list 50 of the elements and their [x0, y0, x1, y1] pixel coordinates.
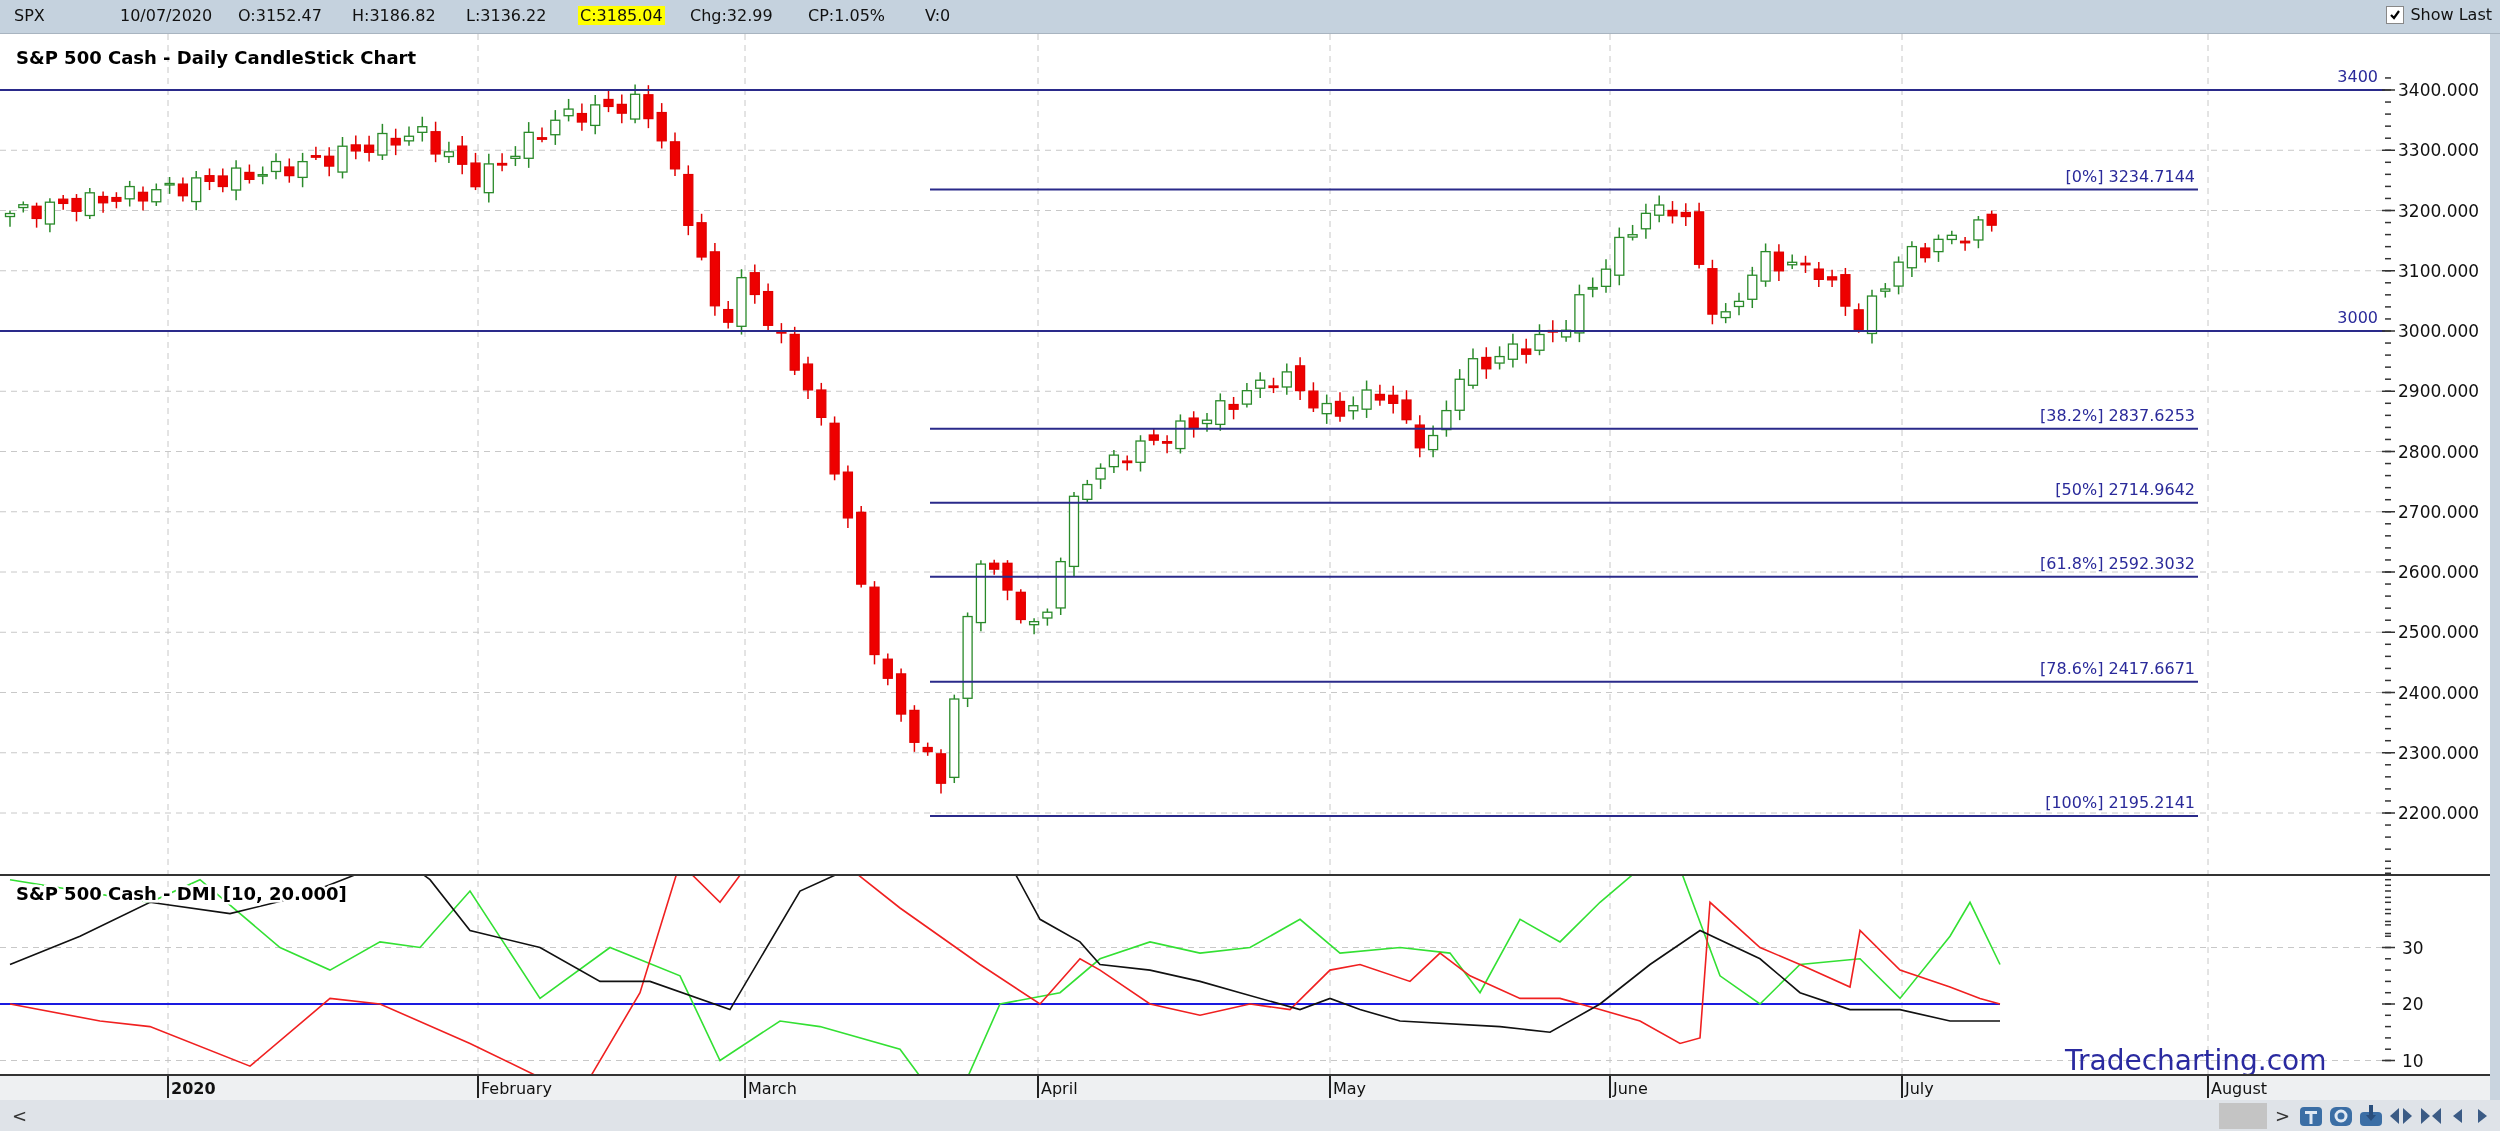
- chart-title: S&P 500 Cash - Daily CandleStick Chart: [16, 47, 416, 68]
- open-value: O:3152.47: [238, 6, 322, 25]
- y-axis-label: 3000.000: [2398, 321, 2480, 341]
- change-percent-value: CP:1.05%: [808, 6, 886, 25]
- low-value: L:3136.22: [466, 6, 547, 25]
- x-axis-label: May: [1333, 1079, 1367, 1098]
- fibonacci-level-label: [100%] 2195.2141: [2045, 792, 2195, 812]
- level-label: 3000: [2337, 308, 2378, 327]
- fibonacci-level-label: [61.8%] 2592.3032: [2040, 553, 2195, 573]
- y-axis-label: 3300.000: [2398, 140, 2480, 161]
- show-last-checkbox[interactable]: [2386, 5, 2405, 24]
- fibonacci-level-label: [78.6%] 2417.6671: [2040, 658, 2195, 678]
- show-last-label: Show Last: [2410, 5, 2492, 24]
- y-axis-label: 3400.000: [2398, 80, 2480, 100]
- checkmark-icon: [2389, 8, 2402, 21]
- y-axis-label: 10: [2402, 1050, 2424, 1071]
- change-value: Chg:32.99: [690, 6, 773, 25]
- fibonacci-level-label: [50%] 2714.9642: [2055, 479, 2195, 499]
- y-axis-label: 3100.000: [2398, 260, 2480, 281]
- download-tool-icon[interactable]: [2358, 1103, 2384, 1128]
- high-value: H:3186.82: [352, 6, 436, 25]
- date-label: 10/07/2020: [120, 6, 213, 25]
- x-axis-label: March: [748, 1079, 797, 1098]
- y-axis-label: 2500.000: [2398, 622, 2480, 643]
- branding-text: Tradecharting.com: [2065, 1044, 2327, 1077]
- x-axis-label: August: [2211, 1079, 2267, 1098]
- x-axis-label: July: [1905, 1079, 1934, 1098]
- x-axis-label: April: [1041, 1079, 1078, 1098]
- y-axis-label: 2600.000: [2398, 562, 2480, 582]
- y-axis-label: 30: [2402, 937, 2424, 958]
- x-axis-label: 2020: [171, 1079, 216, 1098]
- y-axis-label: 2200.000: [2398, 803, 2480, 823]
- fibonacci-level-label: [38.2%] 2837.6253: [2040, 405, 2195, 425]
- y-axis-label: 2400.000: [2398, 682, 2480, 703]
- scrollbar-thumb[interactable]: [2218, 1102, 2267, 1129]
- scroll-left-button[interactable]: <: [8, 1105, 32, 1126]
- y-axis-label: 2900.000: [2398, 381, 2480, 402]
- y-axis-label: 2700.000: [2398, 501, 2480, 522]
- x-axis-label: June: [1613, 1079, 1648, 1098]
- y-axis-label: 2300.000: [2398, 742, 2480, 763]
- level-label: 3400: [2337, 67, 2378, 86]
- symbol-label: SPX: [14, 6, 45, 25]
- y-axis-label: 2800.000: [2398, 441, 2480, 462]
- fibonacci-level-label: [0%] 3234.7144: [2065, 166, 2195, 186]
- y-axis-label: 3200.000: [2398, 200, 2480, 221]
- close-value: C:3185.04: [578, 6, 665, 25]
- x-axis-label: February: [481, 1079, 552, 1098]
- scroll-right-button[interactable]: >: [2270, 1105, 2294, 1126]
- y-axis-label: 20: [2402, 994, 2424, 1014]
- volume-value: V:0: [925, 6, 951, 25]
